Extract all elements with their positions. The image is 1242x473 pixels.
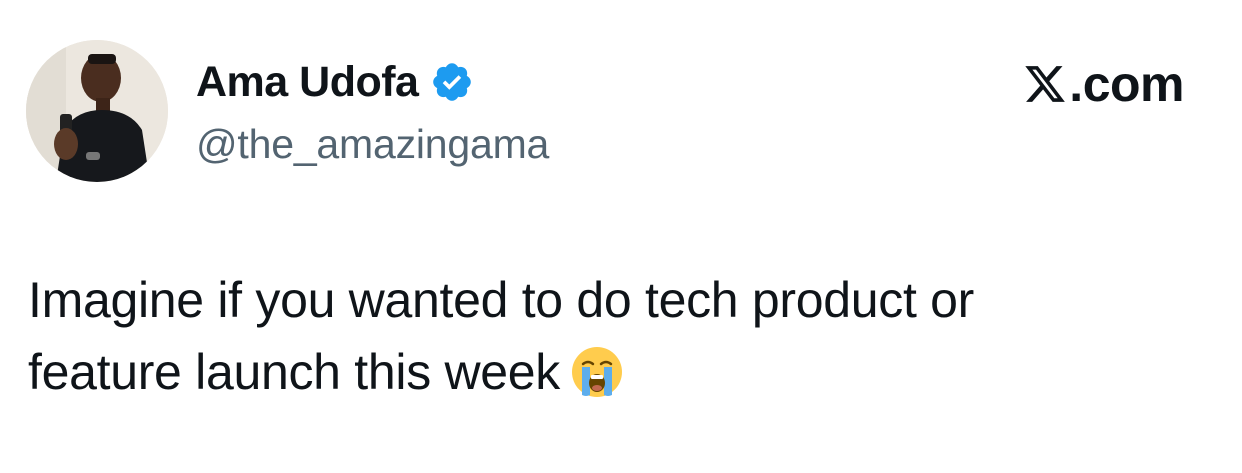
brand-watermark: .com [1023, 56, 1184, 112]
avatar[interactable] [26, 40, 168, 182]
tweet-text-line-2-row: feature launch this week [28, 336, 1178, 408]
tweet-card: Ama Udofa @the_amazingama .com Imagine i… [0, 0, 1242, 473]
author-name-row: Ama Udofa [196, 56, 549, 108]
author-display-name[interactable]: Ama Udofa [196, 56, 419, 108]
tweet-text-line-1: Imagine if you wanted to do tech product… [28, 272, 975, 328]
author-identity: Ama Udofa @the_amazingama [196, 56, 549, 170]
author-handle[interactable]: @the_amazingama [196, 118, 549, 170]
avatar-photo-icon [26, 40, 168, 182]
brand-domain-label: .com [1069, 56, 1184, 112]
x-logo-icon [1023, 62, 1067, 106]
loudly-crying-face-emoji-icon [570, 345, 624, 399]
tweet-body: Imagine if you wanted to do tech product… [28, 264, 1178, 408]
tweet-text-line-2: feature launch this week [28, 344, 561, 400]
verified-badge-icon [430, 60, 474, 104]
